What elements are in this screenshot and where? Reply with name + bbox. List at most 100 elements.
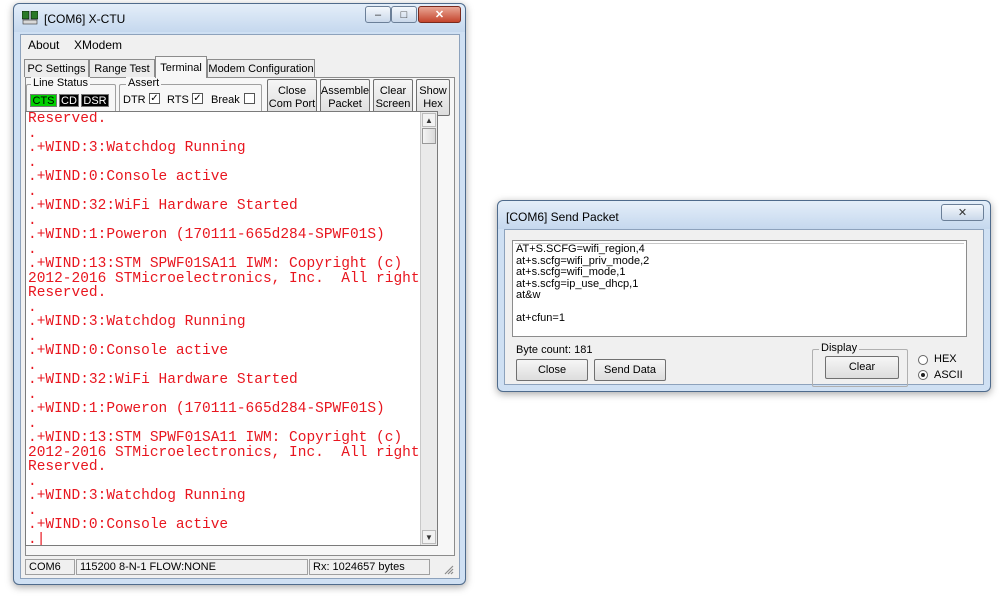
packet-textarea[interactable]: AT+S.SCFG=wifi_region,4 at+s.scfg=wifi_p… [512,240,967,337]
packet-line: at+s.scfg=wifi_mode,1 [516,266,626,278]
show-hex-label: Show Hex [419,85,447,111]
terminal-line: .+WIND:3:Watchdog Running [28,140,246,156]
status-port: COM6 [25,559,75,575]
terminal-line: Reserved. [28,285,107,301]
assert-label: Assert [126,77,162,89]
show-hex-line2: Hex [423,97,443,110]
maximize-button[interactable]: □ [391,6,417,23]
hex-label: HEX [934,353,957,365]
hex-radio[interactable] [918,355,928,365]
assert-group: Assert DTR ✓ RTS ✓ Break [119,77,262,113]
terminal-output[interactable]: Reserved.. .+WIND:3:Watchdog Running. .+WI… [25,111,438,546]
clear-screen-line1: Clear [379,84,407,97]
xctu-titlebar[interactable]: [COM6] X-CTU – □ ✕ [14,4,465,32]
packet-line: at+s.scfg=ip_use_dhcp,1 [516,277,639,290]
terminal-line: .+WIND:1:Poweron (170111-665d284-SPWF01S… [28,401,385,417]
scroll-down-icon[interactable]: ▼ [422,530,436,544]
terminal-line: . [28,357,37,374]
packet-line: at+cfun=1 [516,312,565,324]
terminal-line: . [28,415,37,432]
cd-indicator: CD [59,94,79,107]
terminal-line: .+WIND:32:WiFi Hardware Started [28,198,298,214]
line-status-label: Line Status [31,77,91,89]
terminal-line: .+WIND:0:Console active [28,517,229,533]
menu-about[interactable]: About [28,38,59,52]
tab-pc-settings[interactable]: PC Settings [24,59,89,77]
terminal-line: Reserved. [28,459,107,475]
terminal-line: . [28,212,37,229]
packet-close-button[interactable]: Close [516,359,588,381]
terminal-line: . [28,386,37,403]
menu-bar: About XModem [21,35,459,55]
menu-xmodem[interactable]: XModem [74,38,122,52]
send-packet-window: [COM6] Send Packet ✕ AT+S.SCFG=wifi_regi… [497,200,991,392]
display-label: Display [819,342,860,354]
packet-line [513,302,966,314]
close-window-button[interactable]: ✕ [418,6,461,23]
rts-checkbox[interactable]: ✓ [192,93,203,104]
clear-screen-label: Clear Screen [376,85,411,111]
assemble-packet-line2: Packet [328,97,362,110]
show-hex-line1: Show [419,84,447,97]
terminal-line: . [28,328,37,345]
clear-screen-line2: Screen [375,97,411,110]
status-bar: COM6 115200 8-N-1 FLOW:NONE Rx: 1024657 … [25,558,455,576]
terminal-line: .+WIND:1:Poweron (170111-665d284-SPWF01S… [28,227,385,243]
send-packet-titlebar[interactable]: [COM6] Send Packet ✕ [498,201,990,229]
ascii-label: ASCII [934,369,963,381]
terminal-line: .+WIND:32:WiFi Hardware Started [28,372,298,388]
terminal-scrollbar[interactable]: ▲ ▼ [420,112,437,545]
rts-label: RTS [167,94,189,106]
line-status-group: Line Status CTS CD DSR [26,77,116,113]
xctu-app-icon [22,11,38,25]
tab-range-test[interactable]: Range Test [89,59,155,77]
terminal-line: Reserved. [28,111,107,127]
terminal-text: Reserved.. .+WIND:3:Watchdog Running. .+WI… [28,111,429,546]
packet-line: at&w [516,289,541,301]
terminal-line: . [28,299,37,316]
terminal-line: .+WIND:0:Console active [28,343,229,359]
send-packet-close-button[interactable]: ✕ [941,204,984,221]
terminal-line: . [28,125,37,142]
terminal-line: . [28,473,37,490]
packet-line: AT+S.SCFG=wifi_region,4 [516,243,645,255]
terminal-line: .+WIND:13:STM SPWF01SA11 IWM: Copyright … [28,256,403,272]
break-checkbox[interactable] [244,93,255,104]
status-rx: Rx: 1024657 bytes [309,559,430,575]
dsr-indicator: DSR [81,94,109,107]
resize-grip-icon[interactable] [442,563,454,575]
terminal-line: . [28,241,37,258]
terminal-line: 2012-2016 STMicroelectronics, Inc. All r… [28,270,429,287]
assemble-packet-label: Assemble Packet [321,85,369,111]
xctu-window: [COM6] X-CTU – □ ✕ About XModem PC Setti… [13,3,466,585]
terminal-line: .+WIND:3:Watchdog Running [28,314,246,330]
ascii-radio[interactable] [918,370,928,380]
terminal-line: . [28,183,37,200]
close-com-port-label: Close Com Port [269,85,315,111]
status-settings: 115200 8-N-1 FLOW:NONE [76,559,308,575]
tab-modem-configuration[interactable]: Modem Configuration [207,59,315,77]
assemble-packet-line1: Assemble [320,84,370,97]
terminal-line: .+WIND:3:Watchdog Running [28,488,246,504]
scroll-up-icon[interactable]: ▲ [422,113,436,127]
terminal-line: . [28,154,37,171]
byte-count: Byte count: 181 [516,344,593,356]
xctu-title: [COM6] X-CTU [44,12,126,26]
scroll-thumb[interactable] [422,128,436,144]
terminal-line: 2012-2016 STMicroelectronics, Inc. All r… [28,444,429,461]
send-packet-title: [COM6] Send Packet [506,210,619,224]
minimize-button[interactable]: – [365,6,391,23]
close-com-port-line1: Close [277,84,307,97]
tab-terminal[interactable]: Terminal [155,56,207,78]
break-label: Break [211,94,240,106]
cts-indicator: CTS [30,94,57,107]
terminal-line: .+WIND:13:STM SPWF01SA11 IWM: Copyright … [28,430,403,446]
display-clear-button[interactable]: Clear [825,356,899,379]
send-data-button[interactable]: Send Data [594,359,666,381]
terminal-line: . [28,502,37,519]
terminal-line: .+WIND:0:Console active [28,169,229,185]
close-com-port-line2: Com Port [268,97,316,110]
terminal-line: .| [28,531,46,546]
dtr-checkbox[interactable]: ✓ [149,93,160,104]
xctu-client: About XModem PC Settings Range Test Term… [20,34,460,579]
